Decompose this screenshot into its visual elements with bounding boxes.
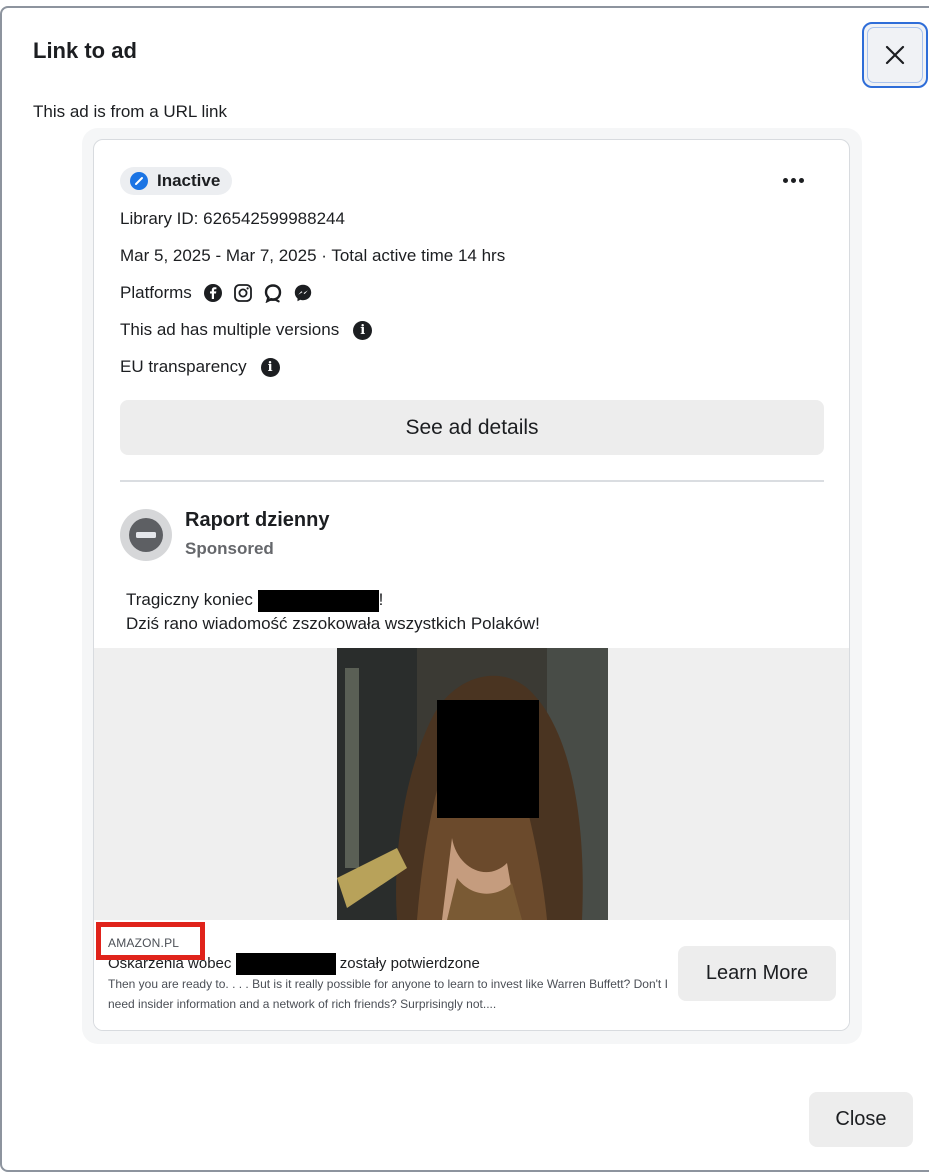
platforms-row: Platforms — [120, 283, 313, 303]
ad-text-line1-prefix: Tragiczny koniec — [126, 590, 253, 609]
info-icon[interactable]: i — [260, 357, 280, 377]
facebook-icon — [203, 284, 222, 302]
page-name[interactable]: Raport dzienny — [185, 509, 329, 532]
status-badge: Inactive — [120, 167, 233, 195]
multiple-versions-text: This ad has multiple versions — [120, 320, 340, 339]
ad-text-line2: Dziś rano wiadomość zszokowała wszystkic… — [126, 613, 540, 633]
eu-transparency-text: EU transparency — [120, 357, 247, 376]
instagram-icon — [233, 284, 252, 302]
status-label: Inactive — [157, 171, 221, 190]
page-avatar-icon — [129, 518, 163, 552]
learn-more-button[interactable]: Learn More — [678, 946, 836, 1001]
platforms-label: Platforms — [120, 283, 192, 302]
info-icon[interactable]: i — [353, 320, 373, 340]
divider — [120, 480, 824, 482]
library-id: Library ID: 626542599988244 — [120, 209, 345, 229]
inactive-status-icon — [130, 172, 148, 190]
multiple-versions-row: This ad has multiple versions i — [120, 320, 373, 340]
close-button[interactable]: Close — [809, 1092, 913, 1147]
ad-card: Inactive Library ID: 626542599988244 Mar… — [93, 139, 850, 1031]
more-options-icon[interactable] — [778, 168, 808, 192]
ad-text-line1-suffix: ! — [378, 590, 384, 609]
link-description: Then you are ready to. . . . But is it r… — [108, 977, 668, 1011]
redaction-box — [257, 589, 379, 612]
highlight-box — [96, 922, 205, 960]
close-icon-button[interactable] — [862, 22, 928, 88]
redacted-photo — [337, 648, 608, 920]
ad-image — [337, 648, 608, 920]
messenger-icon — [294, 284, 311, 302]
redaction-box — [235, 953, 336, 975]
link-title-suffix: zostały potwierdzone — [339, 954, 480, 972]
close-icon — [885, 45, 905, 65]
active-dates: Mar 5, 2025 - Mar 7, 2025 · Total active… — [120, 246, 505, 266]
avatar[interactable] — [120, 509, 172, 561]
dialog-subtitle: This ad is from a URL link — [33, 102, 227, 121]
sponsored-label: Sponsored — [185, 539, 274, 558]
active-dates-text: Mar 5, 2025 - Mar 7, 2025 · Total active… — [120, 246, 506, 265]
library-id-text: Library ID: 626542599988244 — [120, 209, 345, 228]
ad-media[interactable] — [94, 648, 849, 920]
audience-network-icon — [264, 284, 281, 303]
dialog-title: Link to ad — [33, 38, 137, 63]
see-ad-details-button[interactable]: See ad details — [120, 400, 824, 455]
eu-transparency-row: EU transparency i — [120, 357, 280, 377]
ad-body-text: Tragiczny koniec ! Dziś rano wiadomość z… — [126, 588, 540, 635]
